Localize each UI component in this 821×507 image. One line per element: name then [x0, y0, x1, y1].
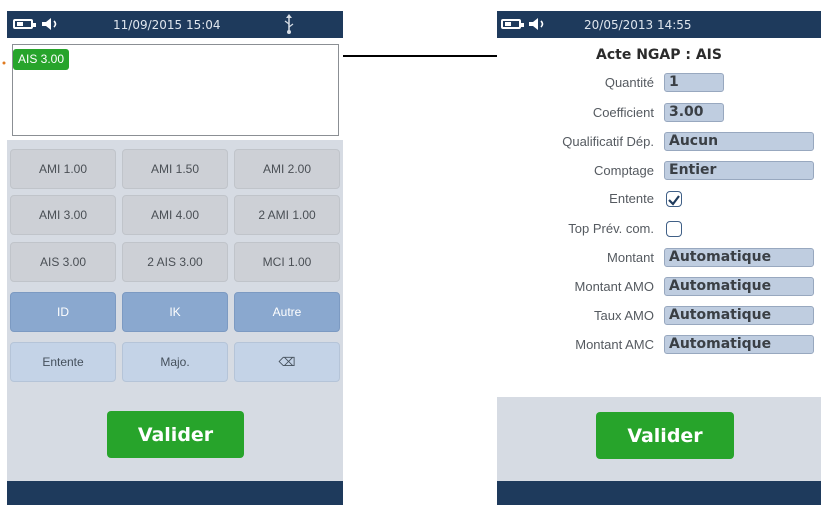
selected-act-tag[interactable]: AIS 3.00: [13, 49, 70, 70]
checkmark-icon: [668, 195, 680, 206]
entente-label: Entente: [609, 191, 654, 206]
montant-label: Montant: [607, 250, 654, 265]
status-time: 20/05/2013 14:55: [584, 18, 692, 32]
keypad-panel: AMI 1.00 AMI 1.50 AMI 2.00 AMI 3.00 AMI 4.00…: [7, 140, 343, 481]
validate-button[interactable]: Valider: [107, 411, 244, 458]
entente-checkbox[interactable]: [666, 191, 682, 207]
qualificatif-field[interactable]: Aucun: [664, 132, 814, 151]
comptage-label: Comptage: [594, 163, 654, 178]
bottom-bar: [497, 481, 821, 505]
battery-icon: [13, 19, 36, 29]
montant-amo-label: Montant AMO: [574, 279, 654, 294]
quantite-label: Quantité: [604, 75, 654, 90]
keypad-key[interactable]: IK: [122, 292, 228, 332]
keypad-key[interactable]: Autre: [234, 292, 340, 332]
coefficient-field[interactable]: 3.00: [664, 103, 724, 122]
right-device-screen: 20/05/2013 14:55 Acte NGAP : AIS Quantit…: [497, 11, 821, 505]
validate-button[interactable]: Valider: [596, 412, 734, 459]
keypad-key[interactable]: AMI 1.00: [10, 149, 116, 189]
keypad-key[interactable]: 2 AIS 3.00: [122, 242, 228, 282]
keypad-key[interactable]: MCI 1.00: [234, 242, 340, 282]
montant-amo-field[interactable]: Automatique: [664, 277, 814, 296]
status-bar: 20/05/2013 14:55: [497, 11, 821, 38]
left-device-screen: 11/09/2015 15:04 AIS 3.00 AMI 1.00 AMI 1.…: [7, 11, 343, 505]
keypad-key[interactable]: Majo.: [122, 342, 228, 382]
keypad-key[interactable]: ID: [10, 292, 116, 332]
bottom-bar: [7, 481, 343, 505]
usb-icon: [284, 14, 294, 34]
taux-amo-field[interactable]: Automatique: [664, 306, 814, 325]
act-display-area: AIS 3.00: [12, 44, 339, 136]
battery-icon: [501, 19, 524, 29]
status-bar: 11/09/2015 15:04: [7, 11, 343, 38]
montant-amc-label: Montant AMC: [575, 337, 654, 352]
speaker-icon: [42, 18, 57, 30]
top-prev-checkbox[interactable]: [666, 221, 682, 237]
top-prev-label: Top Prév. com.: [568, 221, 654, 236]
keypad-key[interactable]: AIS 3.00: [10, 242, 116, 282]
taux-amo-label: Taux AMO: [594, 308, 654, 323]
montant-amc-field[interactable]: Automatique: [664, 335, 814, 354]
keypad-key[interactable]: Entente: [10, 342, 116, 382]
keypad-key[interactable]: AMI 2.00: [234, 149, 340, 189]
keypad-key[interactable]: AMI 3.00: [10, 195, 116, 235]
action-panel: Valider: [497, 397, 821, 481]
montant-field[interactable]: Automatique: [664, 248, 814, 267]
keypad-key[interactable]: AMI 4.00: [122, 195, 228, 235]
qualificatif-label: Qualificatif Dép.: [562, 134, 654, 149]
quantite-field[interactable]: 1: [664, 73, 724, 92]
coefficient-label: Coefficient: [592, 105, 654, 120]
status-time: 11/09/2015 15:04: [113, 18, 221, 32]
speaker-icon: [529, 18, 544, 30]
form-title: Acte NGAP : AIS: [596, 47, 722, 63]
comptage-field[interactable]: Entier: [664, 161, 814, 180]
keypad-key[interactable]: 2 AMI 1.00: [234, 195, 340, 235]
keypad-key[interactable]: ⌫: [234, 342, 340, 382]
keypad-key[interactable]: AMI 1.50: [122, 149, 228, 189]
